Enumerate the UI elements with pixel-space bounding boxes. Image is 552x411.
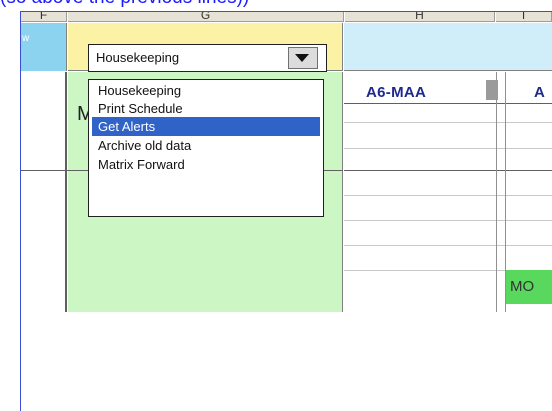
- column-header-g[interactable]: G: [68, 12, 344, 22]
- header-cell-f-label: w: [22, 33, 30, 44]
- chevron-down-icon: [295, 54, 309, 62]
- cell-label-a: A: [534, 84, 545, 101]
- cell-mo[interactable]: MO: [506, 270, 552, 304]
- dropdown-item-get-alerts[interactable]: Get Alerts: [92, 117, 320, 136]
- dropdown-item-matrix-forward[interactable]: Matrix Forward: [98, 155, 320, 174]
- grid-row-line: [344, 245, 552, 246]
- combo-selected-value: Housekeeping: [96, 50, 180, 65]
- dropdown-item-print-schedule[interactable]: Print Schedule: [98, 99, 320, 118]
- column-header-i[interactable]: I: [496, 12, 552, 22]
- grid-row-line: [344, 220, 552, 221]
- grid-row-line: [344, 103, 552, 104]
- header-cell-f[interactable]: [21, 23, 67, 71]
- column-header-h[interactable]: H: [345, 12, 495, 22]
- grid-col-line: [496, 72, 497, 312]
- column-f-cells[interactable]: [21, 72, 67, 312]
- cell-label-a6-maa: A6-MAA: [366, 84, 427, 101]
- grid-row-line: [344, 195, 552, 196]
- top-caption: (so above the previous lines)): [0, 0, 552, 11]
- dropdown-item-housekeeping[interactable]: Housekeeping: [98, 81, 320, 100]
- grid-row-line: [344, 170, 552, 171]
- grid-row-line: [344, 148, 552, 149]
- column-header-f[interactable]: F: [21, 12, 67, 22]
- dropdown-item-archive-old-data[interactable]: Archive old data: [98, 136, 320, 155]
- header-cell-h[interactable]: [344, 23, 552, 71]
- column-separator-shade: [486, 80, 498, 100]
- grid-row-line: [344, 122, 552, 123]
